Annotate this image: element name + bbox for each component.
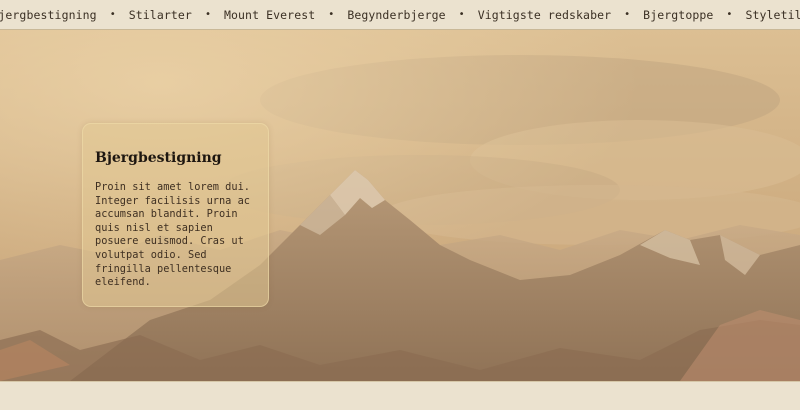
nav-separator: •	[624, 9, 631, 20]
nav-item-mount-everest[interactable]: Mount Everest	[224, 8, 315, 22]
nav-item-bjergbestigning[interactable]: Bjergbestigning	[0, 8, 97, 22]
nav-item-stilarter[interactable]: Stilarter	[129, 8, 192, 22]
card-text: Proin sit amet lorem dui. Integer facili…	[95, 181, 250, 289]
nav-list: Bjergbestigning • Stilarter • Mount Ever…	[0, 8, 800, 22]
info-card: Bjergbestigning Proin sit amet lorem dui…	[82, 123, 269, 307]
main-navigation: Bjergbestigning • Stilarter • Mount Ever…	[0, 0, 800, 30]
nav-item-bjergtoppe[interactable]: Bjergtoppe	[643, 8, 713, 22]
nav-item-begynderbjerge[interactable]: Begynderbjerge	[347, 8, 445, 22]
footer-bar	[0, 381, 800, 410]
hero-banner: Bjergbestigning Proin sit amet lorem dui…	[0, 30, 800, 381]
nav-item-styletile[interactable]: Styletile	[745, 8, 800, 22]
nav-separator: •	[204, 9, 211, 20]
nav-separator: •	[458, 9, 465, 20]
card-title: Bjergbestigning	[95, 150, 222, 166]
nav-separator: •	[726, 9, 733, 20]
nav-separator: •	[328, 9, 335, 20]
nav-item-vigtigste-redskaber[interactable]: Vigtigste redskaber	[478, 8, 611, 22]
nav-separator: •	[109, 9, 116, 20]
